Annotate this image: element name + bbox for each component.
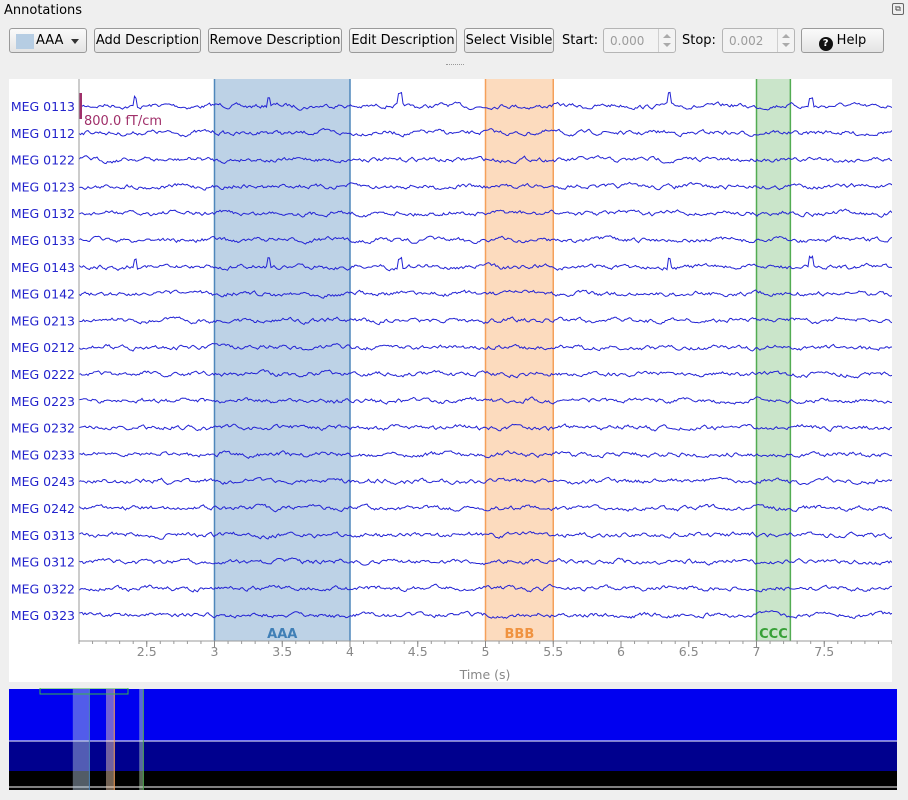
spin-arrows[interactable]	[777, 29, 794, 52]
splitter-handle[interactable]	[446, 64, 464, 67]
x-tick-label: 7	[753, 644, 761, 659]
channel-label: MEG 0323	[11, 608, 75, 623]
description-selector-value: AAA	[36, 33, 64, 48]
x-tick-label: 7.5	[814, 644, 834, 659]
channel-label: MEG 0122	[11, 153, 75, 168]
x-axis-label: Time (s)	[459, 667, 511, 682]
undock-icon[interactable]: ⧉	[892, 3, 904, 15]
channel-label: MEG 0312	[11, 555, 75, 570]
scale-bar-label: 800.0 fT/cm	[84, 114, 162, 129]
start-label: Start:	[562, 33, 599, 48]
annotation-toolbar: AAA Add Description Remove Description E…	[0, 28, 908, 56]
channel-label: MEG 0142	[11, 287, 75, 302]
x-tick-label: 3	[211, 644, 219, 659]
spin-up-icon[interactable]	[782, 34, 790, 38]
channel-label: MEG 0213	[11, 313, 75, 328]
add-description-button[interactable]: Add Description	[94, 28, 201, 53]
channel-label: MEG 0322	[11, 581, 75, 596]
annotation-label: BBB	[505, 627, 535, 642]
channel-label: MEG 0222	[11, 367, 75, 382]
x-tick-label: 5	[482, 644, 490, 659]
channel-label: MEG 0123	[11, 179, 75, 194]
channel-label: MEG 0243	[11, 474, 75, 489]
edit-description-button[interactable]: Edit Description	[349, 28, 457, 53]
description-color-swatch	[16, 34, 34, 49]
channel-label: MEG 0232	[11, 421, 75, 436]
dock-title-bar: Annotations ⧉	[0, 0, 908, 22]
annotation-label: CCC	[759, 627, 788, 642]
overview-annotation-ccc	[139, 689, 144, 790]
x-tick-label: 6.5	[679, 644, 699, 659]
stop-value: 0.002	[729, 34, 764, 48]
description-selector[interactable]: AAA	[9, 28, 87, 53]
remove-description-button[interactable]: Remove Description	[208, 28, 342, 53]
x-tick-label: 3.5	[272, 644, 292, 659]
channel-label: MEG 0132	[11, 206, 75, 221]
channel-label: MEG 0113	[11, 99, 75, 114]
spin-arrows[interactable]	[658, 29, 675, 52]
overview-canvas[interactable]	[9, 687, 897, 790]
channel-label: MEG 0112	[11, 126, 75, 141]
x-tick-label: 2.5	[137, 644, 157, 659]
overview-bar[interactable]	[9, 687, 897, 790]
channel-label: MEG 0133	[11, 233, 75, 248]
annotation-label: AAA	[267, 627, 297, 642]
annotation-region-bbb	[485, 79, 554, 641]
annotation-region-aaa	[214, 79, 350, 641]
start-value: 0.000	[610, 34, 645, 48]
channel-label: MEG 0242	[11, 501, 75, 516]
x-tick-label: 4	[346, 644, 354, 659]
stop-label: Stop:	[682, 33, 716, 48]
spin-down-icon[interactable]	[782, 43, 790, 47]
select-visible-button[interactable]: Select Visible	[464, 28, 554, 53]
help-icon: ?	[818, 37, 833, 51]
x-tick-label: 4.5	[408, 644, 428, 659]
channel-label: MEG 0313	[11, 528, 75, 543]
spin-up-icon[interactable]	[663, 34, 671, 38]
channel-label: MEG 0223	[11, 394, 75, 409]
x-tick-label: 5.5	[543, 644, 563, 659]
channel-label: MEG 0212	[11, 340, 75, 355]
spin-down-icon[interactable]	[663, 43, 671, 47]
start-spinbox[interactable]: 0.000	[603, 28, 676, 53]
help-label: Help	[836, 33, 867, 48]
chevron-down-icon	[71, 39, 79, 44]
traces-canvas[interactable]: AAA BBB CCC MEG 0113 MEG 0112 MEG 0122 MEG 01…	[9, 79, 893, 682]
window-title: Annotations	[4, 3, 83, 18]
stop-spinbox[interactable]: 0.002	[722, 28, 795, 53]
annotation-region-ccc	[756, 79, 791, 641]
x-tick-label: 6	[617, 644, 625, 659]
overview-annotation-aaa	[72, 689, 90, 790]
raw-data-plot[interactable]: AAA BBB CCC MEG 0113 MEG 0112 MEG 0122 MEG 01…	[9, 79, 893, 682]
channel-label: MEG 0233	[11, 447, 75, 462]
channel-label: MEG 0143	[11, 260, 75, 275]
overview-annotation-bbb	[106, 689, 115, 790]
help-button[interactable]: ? Help	[801, 28, 884, 53]
